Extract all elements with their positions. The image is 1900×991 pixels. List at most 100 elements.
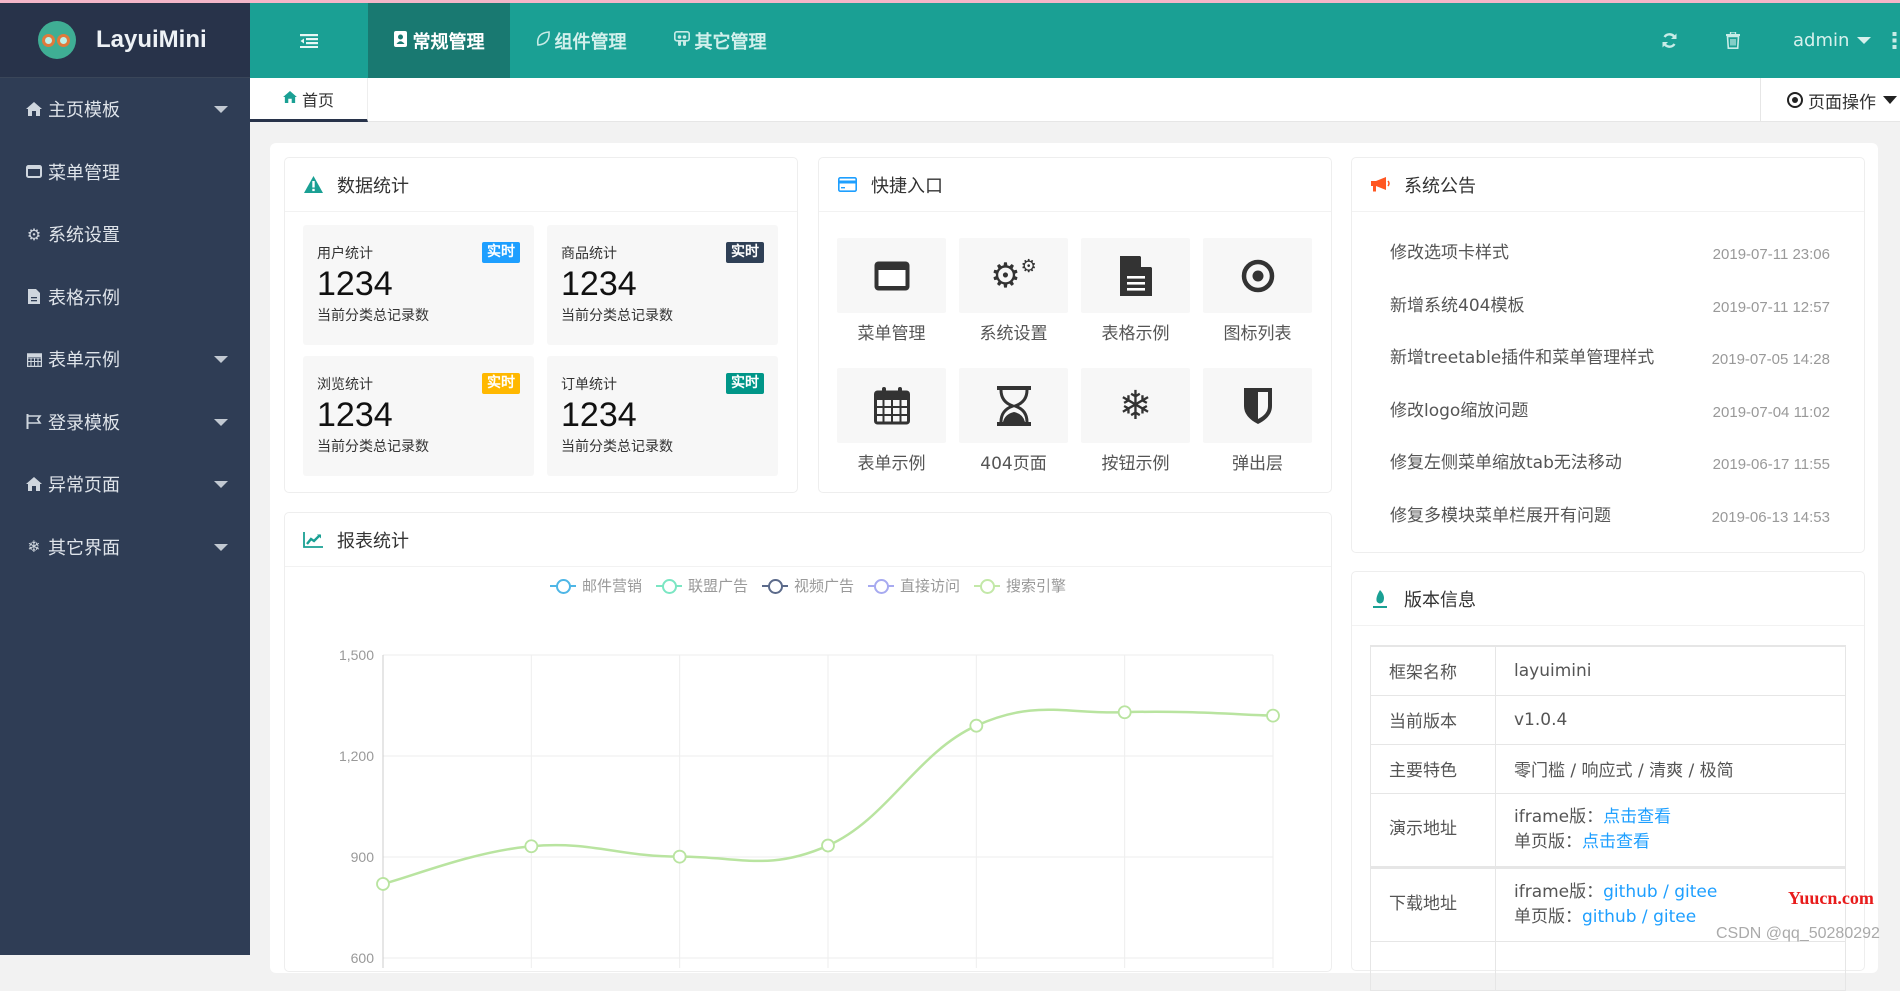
- module-tab-others[interactable]: 其它管理: [665, 3, 775, 78]
- data-point: [1117, 705, 1132, 720]
- stat-users[interactable]: 用户统计 实时 1234 当前分类总记录数: [303, 225, 534, 345]
- quick-entry-label: 404页面: [980, 454, 1047, 474]
- trash-icon: [1726, 32, 1740, 49]
- row-value: [1495, 940, 1846, 991]
- quick-entry-button-example[interactable]: ❄ 按钮示例: [1081, 368, 1190, 474]
- iframe-github-link[interactable]: github: [1603, 882, 1658, 902]
- module-tab-general[interactable]: 常规管理: [368, 3, 510, 78]
- notice-item[interactable]: 新增系统404模板 2019-07-11 12:57: [1390, 291, 1830, 316]
- snowflake-icon: ❄: [27, 537, 41, 557]
- notice-item[interactable]: 修改logo缩放问题 2019-07-04 11:02: [1390, 396, 1830, 421]
- sidebar-item-other-pages[interactable]: ❄ 其它界面: [0, 516, 250, 579]
- single-gitee-link[interactable]: gitee: [1653, 907, 1696, 927]
- quick-entry-404-page[interactable]: 404页面: [959, 368, 1068, 474]
- quick-entry-form-example[interactable]: 表单示例: [837, 368, 946, 474]
- stat-value: 1234: [561, 265, 637, 303]
- module-tab-components[interactable]: 组件管理: [530, 3, 632, 78]
- sidebar-item-system-settings[interactable]: ⚙ 系统设置: [0, 203, 250, 266]
- sidebar-item-login-template[interactable]: 登录模板: [0, 391, 250, 454]
- sidebar-item-home-template[interactable]: 主页模板: [0, 78, 250, 141]
- snowflake-icon: ❄: [1118, 382, 1153, 429]
- warning-icon: [303, 176, 323, 193]
- realtime-badge: 实时: [482, 242, 520, 263]
- stat-products[interactable]: 商品统计 实时 1234 当前分类总记录数: [547, 225, 778, 345]
- sidebar-item-error-pages[interactable]: 异常页面: [0, 453, 250, 516]
- user-menu[interactable]: admin: [1793, 3, 1872, 78]
- gears-icon: ⚙: [26, 224, 42, 244]
- logo-binoculars-icon: [38, 21, 76, 59]
- watermark-csdn: CSDN @qq_50280292: [1716, 925, 1880, 942]
- window-icon: [874, 261, 909, 290]
- user-name: admin: [1793, 30, 1850, 51]
- sidebar-toggle-button[interactable]: [250, 3, 368, 78]
- version-card-header: 版本信息: [1352, 572, 1864, 626]
- page-operations-dropdown[interactable]: 页面操作: [1760, 78, 1900, 122]
- table-row: [1370, 940, 1846, 991]
- row-key: [1370, 940, 1496, 991]
- stat-orders[interactable]: 订单统计 实时 1234 当前分类总记录数: [547, 356, 778, 476]
- y-tick-label: 600: [351, 950, 375, 966]
- notice-item[interactable]: 修复多模块菜单栏展开有问题 2019-06-13 14:53: [1390, 501, 1830, 526]
- dot-circle-icon: [1787, 92, 1803, 108]
- address-book-icon: [393, 30, 408, 51]
- realtime-badge: 实时: [726, 242, 764, 263]
- download-iframe-label: iframe版：: [1514, 881, 1604, 902]
- quick-entry-icon-list[interactable]: 图标列表: [1203, 238, 1312, 344]
- iframe-gitee-link[interactable]: gitee: [1674, 882, 1717, 902]
- calendar-icon: [873, 386, 910, 424]
- sidebar-item-label: 其它界面: [48, 537, 120, 559]
- clear-cache-button[interactable]: [1726, 3, 1740, 78]
- demo-iframe-link[interactable]: 点击查看: [1603, 807, 1671, 827]
- chevron-down-icon: [214, 543, 228, 551]
- notice-title: 修复多模块菜单栏展开有问题: [1390, 506, 1611, 526]
- row-key: 框架名称: [1370, 645, 1496, 696]
- top-header: 常规管理 组件管理 其它管理 admin: [250, 3, 1900, 78]
- stats-card-header: 数据统计: [285, 158, 797, 212]
- row-key: 演示地址: [1370, 792, 1496, 868]
- notice-time: 2019-06-17 11:55: [1712, 456, 1830, 473]
- module-tab-label: 常规管理: [412, 31, 485, 53]
- notice-time: 2019-06-13 14:53: [1711, 509, 1830, 526]
- sidebar-item-label: 异常页面: [48, 475, 120, 497]
- data-point: [672, 849, 687, 864]
- notice-item[interactable]: 修复左侧菜单缩放tab无法移动 2019-06-17 11:55: [1390, 448, 1830, 473]
- data-point: [524, 839, 539, 854]
- dot-circle-icon: [1241, 259, 1274, 292]
- stat-views[interactable]: 浏览统计 实时 1234 当前分类总记录数: [303, 356, 534, 476]
- gears-icon: ⚙⚙: [990, 255, 1037, 296]
- stat-description: 当前分类总记录数: [561, 308, 673, 324]
- sidebar-item-menu-management[interactable]: 菜单管理: [0, 141, 250, 204]
- quick-entry-popup-layer[interactable]: 弹出层: [1203, 368, 1312, 474]
- more-menu-button[interactable]: [1892, 3, 1897, 78]
- tab-home[interactable]: 首页: [250, 78, 368, 122]
- logo[interactable]: LayuiMini: [0, 3, 250, 78]
- quick-entry-label: 表单示例: [857, 454, 926, 474]
- leaf-icon: [536, 31, 550, 50]
- stat-value: 1234: [317, 265, 393, 303]
- stat-description: 当前分类总记录数: [317, 308, 429, 324]
- refresh-button[interactable]: [1661, 3, 1678, 78]
- notice-item[interactable]: 新增treetable插件和菜单管理样式 2019-07-05 14:28: [1390, 343, 1830, 368]
- row-value: v1.0.4: [1495, 694, 1846, 745]
- quick-entry-system-settings[interactable]: ⚙⚙ 系统设置: [959, 238, 1068, 344]
- table-row: 主要特色 零门槛 / 响应式 / 清爽 / 极简: [1370, 743, 1846, 794]
- window-icon: [24, 165, 44, 179]
- sidebar-item-form-example[interactable]: 表单示例: [0, 328, 250, 391]
- notice-time: 2019-07-05 14:28: [1711, 351, 1830, 368]
- chevron-down-icon: [1857, 37, 1872, 44]
- single-github-link[interactable]: github: [1582, 907, 1637, 927]
- quick-entry-label: 弹出层: [1232, 454, 1283, 474]
- home-icon: [24, 477, 44, 492]
- quick-entry-table-example[interactable]: 表格示例: [1081, 238, 1190, 344]
- quick-entry-header: 快捷入口: [819, 158, 1331, 212]
- flag-icon: [24, 414, 44, 430]
- fire-icon: [1370, 589, 1390, 608]
- sidebar-item-table-example[interactable]: 表格示例: [0, 266, 250, 329]
- stat-description: 当前分类总记录数: [317, 439, 429, 455]
- notice-title: 修改logo缩放问题: [1390, 401, 1529, 421]
- demo-single-link[interactable]: 点击查看: [1582, 832, 1650, 852]
- quick-entry-menu-management[interactable]: 菜单管理: [837, 238, 946, 344]
- notice-item[interactable]: 修改选项卡样式 2019-07-11 23:06: [1390, 238, 1830, 263]
- notice-title: 新增系统404模板: [1390, 296, 1525, 316]
- file-icon: [24, 289, 44, 305]
